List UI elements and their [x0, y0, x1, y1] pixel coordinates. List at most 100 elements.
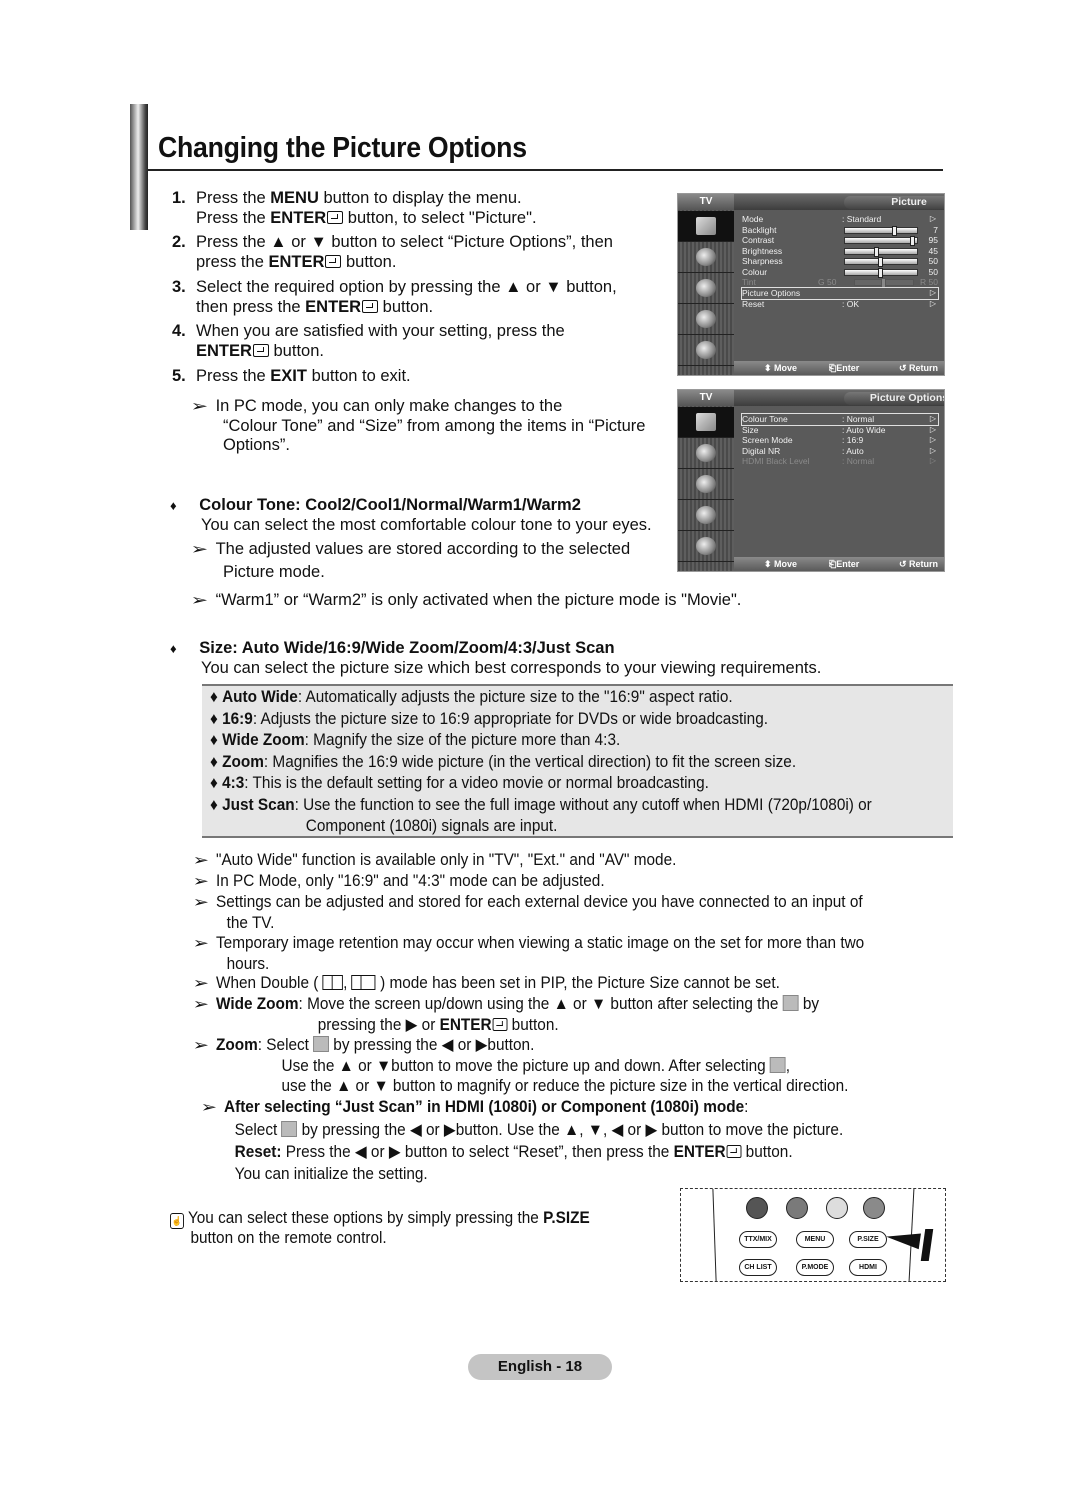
double-pip-wide-icon [351, 975, 376, 990]
step-2: 2. Press the ▲ or ▼ button to select “Pic… [172, 233, 613, 271]
size-item: ♦ Zoom: Magnifies the 16:9 wide picture … [210, 752, 797, 771]
enter-icon [362, 299, 379, 313]
remote-color-button[interactable] [826, 1197, 848, 1219]
size-options-box: ♦ Auto Wide: Automatically adjusts the p… [202, 684, 953, 838]
osd-channel-icon[interactable] [678, 469, 734, 500]
return-hint: ↺ Return [898, 559, 938, 569]
note-arrow-icon: ➢ [192, 975, 210, 992]
double-pip-icon [322, 975, 344, 990]
osd-row-colour[interactable]: Colour 50 [742, 267, 938, 278]
osd-input-icon[interactable] [678, 531, 734, 562]
osd-input-icon[interactable] [678, 335, 734, 366]
osd-row-picture-options[interactable]: Picture Options ▷ [741, 287, 939, 300]
remote-ttx-mix-button[interactable]: TTX/MIX [739, 1231, 777, 1248]
psize-note: ☝ You can select these options by simply… [170, 1209, 590, 1247]
size-section: ♦ Size: Auto Wide/16:9/Wide Zoom/Zoom/4:… [170, 639, 822, 677]
osd-row-colour-tone[interactable]: Colour Tone: Normal ▷ [741, 413, 939, 426]
osd-setup-icon[interactable] [678, 304, 734, 335]
osd-title: Picture [844, 196, 944, 209]
bullet-icon: ♦ [170, 498, 177, 513]
note-arrow-icon: ➢ [192, 1037, 210, 1054]
enter-icon [492, 1018, 508, 1031]
step-1: 1. Press the MENU button to display the m… [172, 189, 537, 227]
osd-row-digital-nr[interactable]: Digital NR: Auto ▷ [742, 446, 938, 457]
note-arrow-icon: ➢ [190, 541, 209, 558]
remote-color-button[interactable] [786, 1197, 808, 1219]
osd-header: Picture [734, 194, 944, 210]
osd-setup-icon[interactable] [678, 500, 734, 531]
slider [844, 267, 918, 278]
osd-footer: ⬍ Move ⎗ Enter ↺ Return [734, 361, 944, 375]
remote-hand-icon: ☝ [170, 1213, 184, 1229]
slider [854, 278, 914, 288]
page-number: English - 18 [468, 1354, 612, 1380]
note-arrow-icon: ➢ [190, 592, 209, 609]
size-item: ♦ Wide Zoom: Magnify the size of the pic… [210, 731, 621, 749]
size-item: ♦ 4:3: This is the default setting for a… [210, 774, 709, 792]
remote-color-button[interactable] [863, 1197, 885, 1219]
remote-pmode-button[interactable]: P.MODE [796, 1259, 834, 1276]
enter-icon [252, 343, 269, 357]
slider [844, 225, 918, 236]
title-accent-bar [130, 104, 148, 230]
osd-header: Picture Options [734, 390, 944, 406]
osd-footer: ⬍ Move ⎗ Enter ↺ Return [734, 557, 944, 571]
osd-sound-icon[interactable] [678, 242, 734, 273]
osd-row-backlight[interactable]: Backlight 7 [742, 225, 938, 236]
position-icon [313, 1036, 330, 1052]
pointer-arrow-icon [885, 1228, 921, 1250]
remote-menu-button[interactable]: MENU [796, 1231, 834, 1248]
osd-picture-icon[interactable] [678, 407, 734, 438]
osd-channel-icon[interactable] [678, 273, 734, 304]
osd-row-hdmi-black-level: HDMI Black Level: Normal ▷ [742, 456, 936, 466]
slider [844, 257, 918, 267]
remote-ch-list-button[interactable]: CH LIST [739, 1259, 777, 1276]
slider-handle [878, 257, 883, 267]
slider-handle [874, 246, 880, 257]
step-4: 4. When you are satisfied with your setti… [172, 322, 565, 360]
size-item: ♦ 16:9: Adjusts the picture size to 16:9… [210, 709, 769, 728]
enter-hint: ⎗ Enter [829, 559, 860, 569]
slider-handle [910, 236, 916, 246]
enter-icon [325, 254, 342, 268]
remote-hdmi-button[interactable]: HDMI [849, 1259, 887, 1276]
note-arrow-icon: ➢ [192, 873, 210, 890]
title-divider [148, 169, 943, 171]
osd-title: Picture Options [844, 392, 944, 405]
slider [844, 236, 918, 246]
vertical-size-icon [769, 1057, 786, 1073]
slider-handle [878, 267, 883, 278]
pip-and-zoom-notes: ➢ When Double ( , ) mode has been set in … [192, 974, 849, 1095]
enter-icon [726, 1145, 742, 1158]
osd-picture-icon[interactable] [678, 211, 734, 242]
position-icon [782, 995, 799, 1011]
osd-row-brightness[interactable]: Brightness 45 [742, 246, 938, 257]
note-arrow-icon: ➢ [200, 1099, 218, 1116]
osd-picture-menu: TV Picture Mode: Standard ▷ Backlight 7 Co… [677, 193, 945, 376]
move-hint: ⬍ Move [764, 363, 798, 373]
just-scan-note: ➢ After selecting “Just Scan” in HDMI (10… [200, 1098, 844, 1183]
position-icon [281, 1121, 298, 1137]
osd-row-contrast[interactable]: Contrast 95 [742, 235, 938, 246]
note-arrow-icon: ➢ [192, 852, 210, 869]
pointer-arrow-tail-icon [920, 1229, 934, 1261]
enter-hint: ⎗ Enter [829, 363, 860, 373]
note-arrow-icon: ➢ [192, 935, 210, 952]
osd-row-sharpness[interactable]: Sharpness 50 [742, 256, 938, 267]
osd-sound-icon[interactable] [678, 438, 734, 469]
colour-tone-note-1: ➢ The adjusted values are stored accordin… [190, 540, 631, 581]
bullet-icon: ♦ [170, 641, 177, 656]
note-arrow-icon: ➢ [192, 996, 210, 1013]
osd-row-mode[interactable]: Mode: Standard ▷ [742, 214, 938, 225]
slider [844, 246, 918, 257]
remote-color-button[interactable] [746, 1197, 768, 1219]
colour-tone-note-2: ➢ “Warm1” or “Warm2” is only activated wh… [190, 591, 742, 609]
colour-tone-section: ♦ Colour Tone: Cool2/Cool1/Normal/Warm1/… [170, 496, 652, 534]
osd-row-size[interactable]: Size: Auto Wide ▷ [742, 425, 938, 436]
osd-row-reset[interactable]: Reset: OK ▷ [742, 299, 938, 310]
osd-row-screen-mode[interactable]: Screen Mode: 16:9 ▷ [742, 435, 938, 446]
osd-row-tint: Tint G 50 R 50 [742, 277, 938, 288]
remote-psize-button[interactable]: P.SIZE [849, 1231, 887, 1248]
step-5: 5. Press the EXIT button to exit. [172, 367, 411, 385]
note-arrow-icon: ➢ [192, 894, 210, 911]
